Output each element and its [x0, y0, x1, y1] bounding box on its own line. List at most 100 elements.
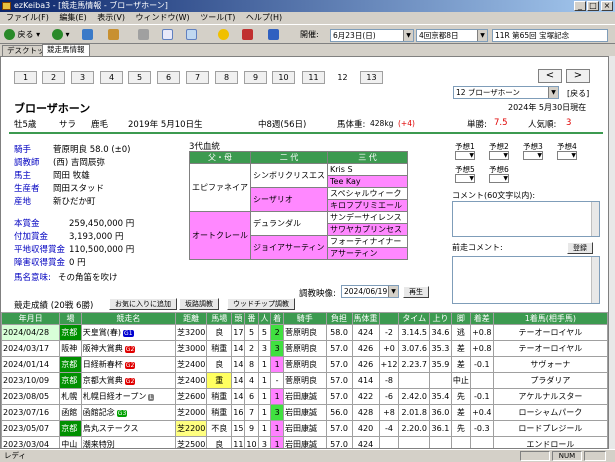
table-row[interactable]: 2024/03/17 阪神 阪神大賞典 G2 芝3000 稍重 14 2 3 3 菅原明良 57.0 4… [1, 340, 608, 357]
page-8-button[interactable]: 8 [215, 71, 238, 84]
table-cell: 422 [351, 388, 380, 405]
prediction-select[interactable]: ▼ [557, 151, 577, 160]
edit-button[interactable] [186, 28, 197, 42]
table-cell: 中山 [59, 436, 82, 448]
page-5-button[interactable]: 5 [128, 71, 151, 84]
horse-info-panel: 1 2 3 4 5 6 7 8 9 10 11 12 13 < > 12 ブローザホーン ▼ [戻る] ブ… [0, 56, 609, 449]
forward-button[interactable]: ▾ [52, 28, 70, 42]
table-cell: 芝2200 [174, 420, 208, 437]
refresh-button[interactable] [82, 28, 93, 42]
weight-label: 馬体重: [337, 120, 366, 130]
table-cell: 17 [231, 324, 246, 341]
prev-comment-scrollbar[interactable] [591, 257, 599, 303]
comment-scrollbar[interactable] [591, 202, 599, 236]
table-cell: 15 [231, 420, 246, 437]
table-cell: 菅原明良 [282, 372, 327, 389]
kaisai-date-select[interactable]: 6月23日(日) ▼ [330, 29, 414, 42]
table-row[interactable]: 2024/01/14 京都 日経新春杯 G2 芝2400 良 14 8 1 1 菅原明良 57.0 42… [1, 356, 608, 373]
money-value: 3,193,000 円 [69, 232, 124, 242]
calendar-button[interactable] [268, 28, 279, 42]
name-meaning: その角笛を吹け [58, 273, 118, 283]
page-1-button[interactable]: 1 [14, 71, 37, 84]
comment-input[interactable] [452, 201, 600, 237]
table-cell: 2023/03/04 [1, 436, 61, 448]
menu-edit[interactable]: 編集(E) [59, 13, 86, 22]
maximize-button[interactable]: □ [587, 1, 599, 11]
minimize-button[interactable]: _ [574, 1, 586, 11]
page-3-button[interactable]: 3 [71, 71, 94, 84]
home-button[interactable] [108, 28, 119, 42]
page-4-button[interactable]: 4 [100, 71, 123, 84]
results-header: 負担 [325, 312, 353, 325]
interval: 中8週(56日) [258, 120, 307, 130]
chevron-down-icon: ▼ [548, 87, 558, 98]
num-indicator: NUM [552, 451, 582, 461]
return-link[interactable]: [戻る] [567, 88, 589, 99]
page-7-button[interactable]: 7 [186, 71, 209, 84]
book-button[interactable] [242, 28, 253, 42]
prediction-select[interactable]: ▼ [455, 174, 475, 183]
table-cell: 2024/03/17 [1, 340, 61, 357]
menu-window[interactable]: ウィンドウ(W) [136, 13, 190, 22]
horse-select[interactable]: 12 ブローザホーン ▼ [453, 86, 559, 99]
results-header: 馬体重 [351, 312, 380, 325]
table-row[interactable]: 2023/10/09 京都 京都大賞典 G2 芝2400 重 14 4 1- 菅原明良 57.0 41… [1, 372, 608, 389]
page-10-button[interactable]: 10 [272, 71, 295, 84]
table-cell: 35.3 [429, 340, 452, 357]
register-button[interactable]: 登録 [567, 242, 593, 254]
prev-button[interactable]: < [538, 69, 562, 83]
table-cell: 先 [450, 388, 471, 405]
page-6-button[interactable]: 6 [157, 71, 180, 84]
back-button[interactable]: 戻る ▾ [4, 28, 40, 42]
page-12-button[interactable]: 12 [331, 71, 354, 84]
page-13-button[interactable]: 13 [360, 71, 383, 84]
prediction-select[interactable]: ▼ [489, 151, 509, 160]
content-scrollbar[interactable] [609, 56, 615, 449]
table-cell: 札幌 [59, 388, 82, 405]
table-cell: -0.3 [469, 420, 494, 437]
favorites-button[interactable] [218, 28, 229, 42]
table-row[interactable]: 2023/07/16 函館 函館記念 G3 芝2000 稍重 16 7 1 3 岩田康誠 56.0 42… [1, 404, 608, 421]
print-button[interactable] [138, 28, 149, 42]
results-header: 着 [270, 312, 284, 325]
table-cell: 稍重 [206, 404, 233, 421]
table-cell: - [270, 372, 284, 389]
kaisai-place-select[interactable]: 4回京都8日 ▼ [416, 29, 488, 42]
add-favorite-button[interactable]: お気に入りに追加 [109, 298, 177, 310]
menu-help[interactable]: ヘルプ(H) [246, 13, 282, 22]
prev-comment-box[interactable] [452, 256, 600, 304]
play-button[interactable]: 再生 [403, 286, 429, 298]
table-cell: 3.14.5 [398, 324, 431, 341]
race-select[interactable]: 11R 第65回 宝塚記念 [492, 29, 608, 42]
table-cell: 良 [206, 436, 233, 448]
race-name: 潮来特別 [82, 440, 115, 449]
table-row[interactable]: 2023/05/07 京都 烏丸ステークス 芝2200 不良 15 9 1 1 岩田康誠 57.0 4… [1, 420, 608, 437]
race-name: 烏丸ステークス [82, 424, 139, 433]
next-button[interactable]: > [566, 69, 590, 83]
page-2-button[interactable]: 2 [42, 71, 65, 84]
slope-training-button[interactable]: 坂路調教 [179, 298, 219, 310]
prediction-select[interactable]: ▼ [455, 151, 475, 160]
close-button[interactable]: × [601, 1, 613, 11]
prediction-select[interactable]: ▼ [489, 174, 509, 183]
table-cell: 2024/04/28 [1, 324, 61, 341]
menu-file[interactable]: ファイル(F) [6, 13, 49, 22]
menu-view[interactable]: 表示(V) [97, 13, 125, 22]
menu-tools[interactable]: ツール(T) [200, 13, 235, 22]
page-9-button[interactable]: 9 [244, 71, 267, 84]
dam-sire: デュランダル [250, 211, 328, 236]
document-button[interactable] [162, 28, 173, 42]
woodchip-training-button[interactable]: ウッドチップ調教 [227, 298, 295, 310]
tab-horse-info[interactable]: 競走馬情報 [42, 44, 90, 56]
back-label: 戻る [17, 30, 34, 39]
results-header: 馬場 [206, 312, 233, 325]
results-table: 年月日場競走名 距離 馬場頭番人着騎手 負担 馬体重 タイム 上り脚着差 1着馬(相手馬) 2… [1, 312, 608, 449]
page-11-button[interactable]: 11 [302, 71, 325, 84]
table-row[interactable]: 2023/03/04 中山 潮来特別 芝2500 良 11 10 3 1 岩田康誠 57.0 424 エ… [1, 436, 608, 449]
table-row[interactable]: 2023/08/05 札幌 札幌日経オープン L 芝2600 稍重 14 6 1 1 岩田康誠 57.… [1, 388, 608, 405]
status-bar: レディ NUM [0, 449, 615, 461]
video-date-select[interactable]: 2024/06/19 ▼ [341, 285, 399, 298]
table-cell: 8 [244, 356, 259, 373]
prediction-select[interactable]: ▼ [523, 151, 543, 160]
table-row[interactable]: 2024/04/28 京都 天皇賞(春) G1 芝3200 良 17 5 5 2 菅原明良 58.0 4… [1, 324, 608, 341]
